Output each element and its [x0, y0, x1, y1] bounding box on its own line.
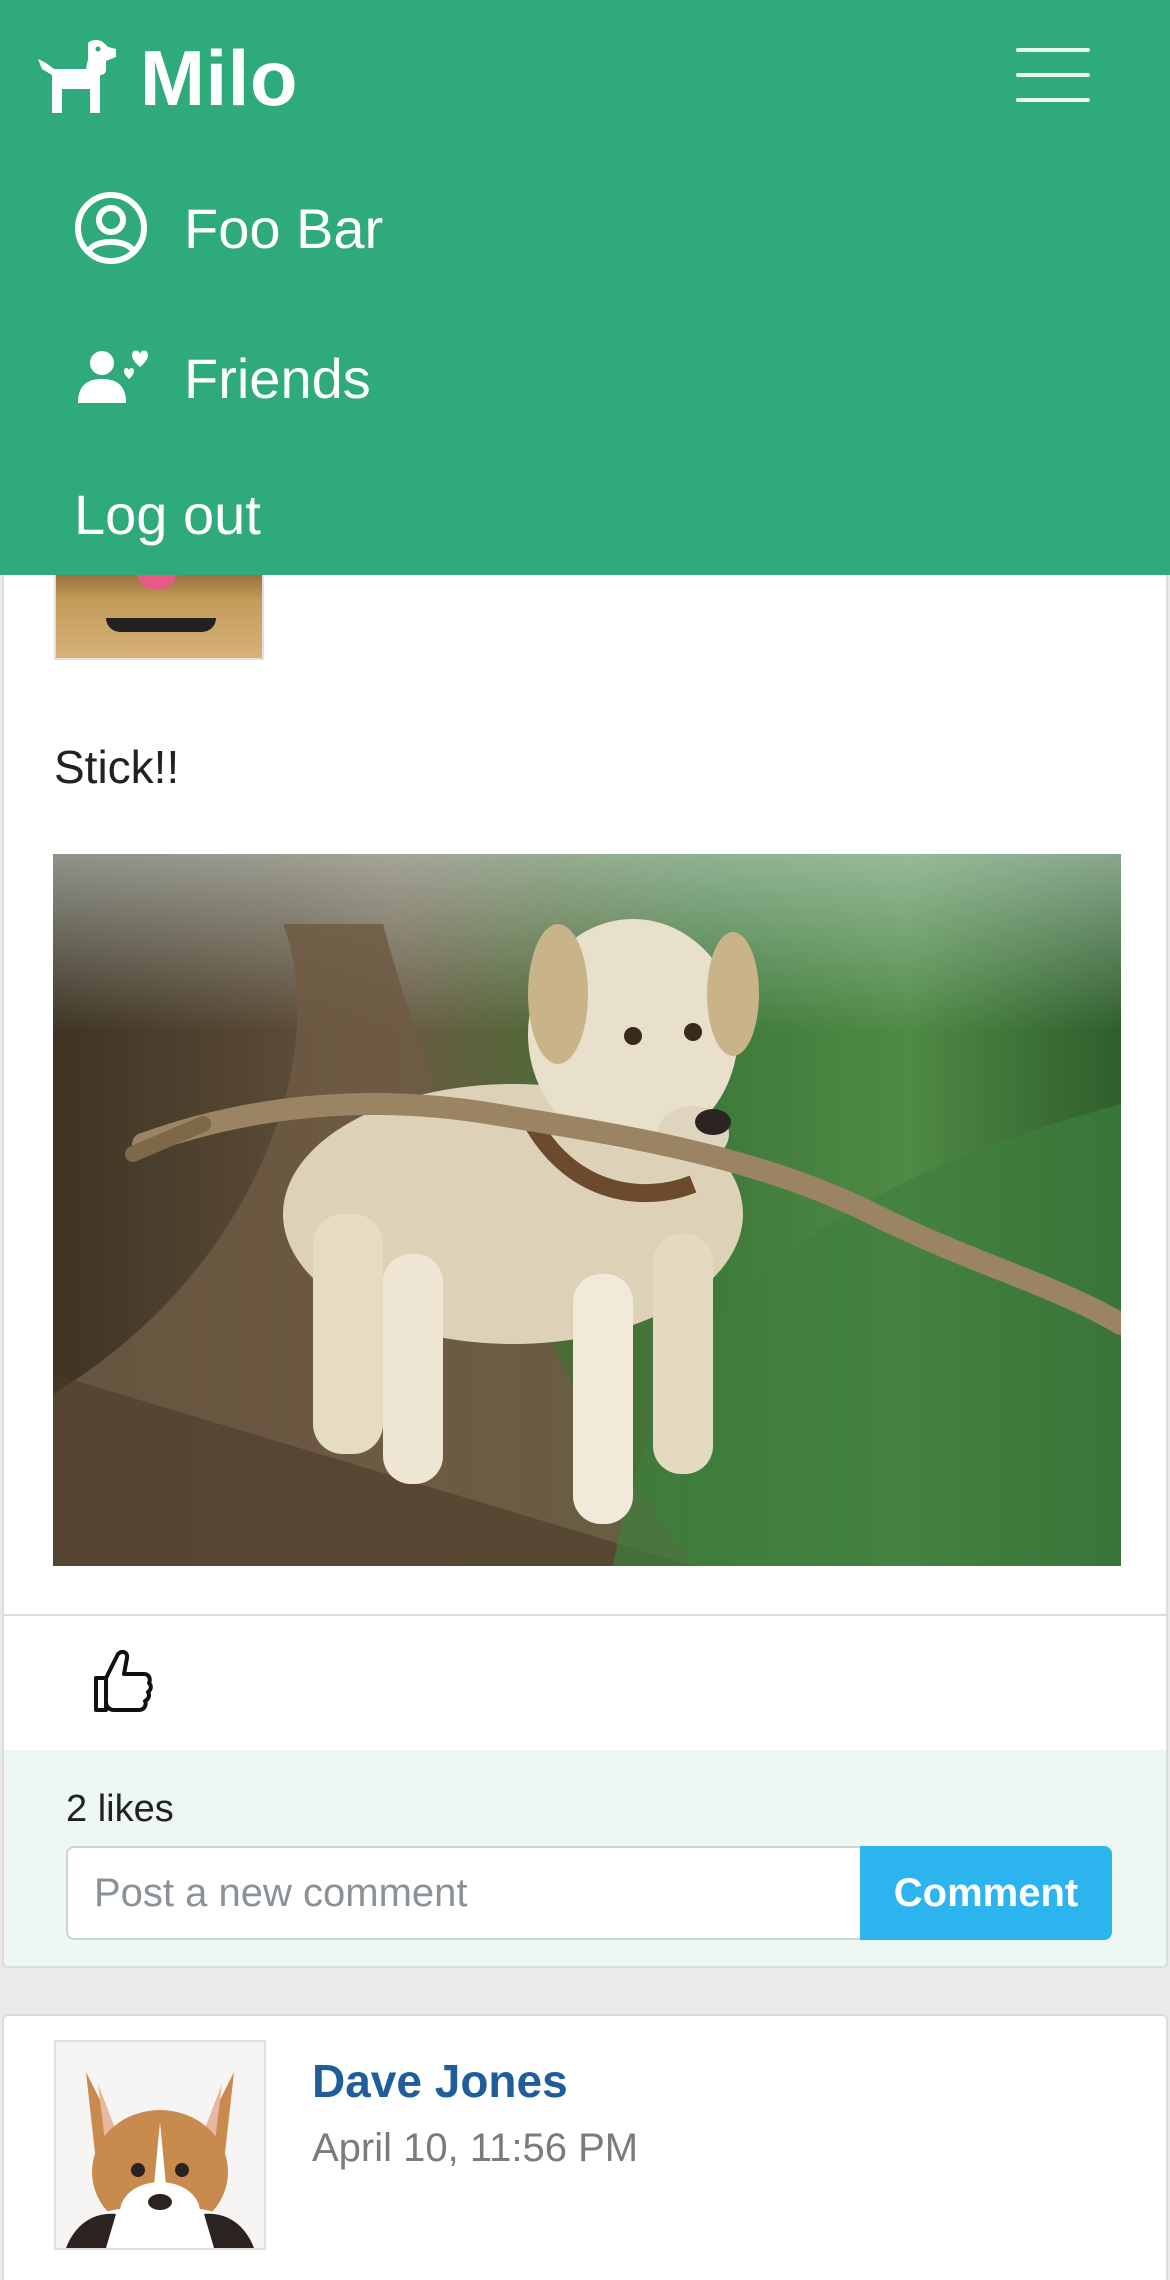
- post-card: Dave Jones April 10, 11:56 PM: [2, 2014, 1168, 2280]
- comment-input[interactable]: [66, 1846, 860, 1940]
- nav-profile-label: Foo Bar: [184, 196, 384, 260]
- nav-item-friends[interactable]: Friends: [74, 338, 371, 418]
- hamburger-line: [1016, 98, 1090, 102]
- nav-logout-label: Log out: [74, 482, 261, 546]
- nav-item-logout[interactable]: Log out: [74, 474, 261, 554]
- avatar[interactable]: [54, 560, 264, 660]
- avatar-detail: [106, 618, 216, 632]
- likes-count: 2 likes: [66, 1788, 174, 1830]
- brand-name: Milo: [140, 34, 298, 122]
- post-card: Stick!! 2 likes Post a new comment Comme…: [2, 560, 1168, 1968]
- brand[interactable]: Milo: [34, 36, 298, 120]
- friends-icon: [78, 350, 148, 403]
- comment-button[interactable]: Comment: [860, 1846, 1112, 1940]
- avatar[interactable]: [54, 2040, 266, 2250]
- dog-icon: [38, 40, 116, 113]
- nav-item-profile[interactable]: Foo Bar: [74, 188, 383, 268]
- thumbs-up-icon: [94, 1649, 153, 1712]
- nav-friends-label: Friends: [184, 346, 371, 410]
- comment-area: 2 likes Comment: [4, 1750, 1166, 1966]
- dog-with-stick-photo: [53, 919, 1121, 1566]
- corgi-avatar-image: [56, 2042, 264, 2248]
- page: Milo Foo Bar Friends Log out Stick!! 2 l…: [0, 0, 1170, 2280]
- hamburger-menu-button[interactable]: [1016, 48, 1090, 102]
- comment-form: Comment: [66, 1846, 1112, 1940]
- divider: [4, 1614, 1166, 1616]
- like-button[interactable]: [92, 1648, 154, 1714]
- author-name-link[interactable]: Dave Jones: [312, 2054, 568, 2108]
- post-timestamp: April 10, 11:56 PM: [312, 2126, 639, 2170]
- post-text: Stick!!: [54, 741, 180, 793]
- post-photo: [53, 854, 1121, 1566]
- user-circle-icon: [75, 192, 147, 264]
- hamburger-line: [1016, 48, 1090, 52]
- hamburger-line: [1016, 73, 1090, 77]
- navbar: Milo Foo Bar Friends Log out: [0, 0, 1170, 575]
